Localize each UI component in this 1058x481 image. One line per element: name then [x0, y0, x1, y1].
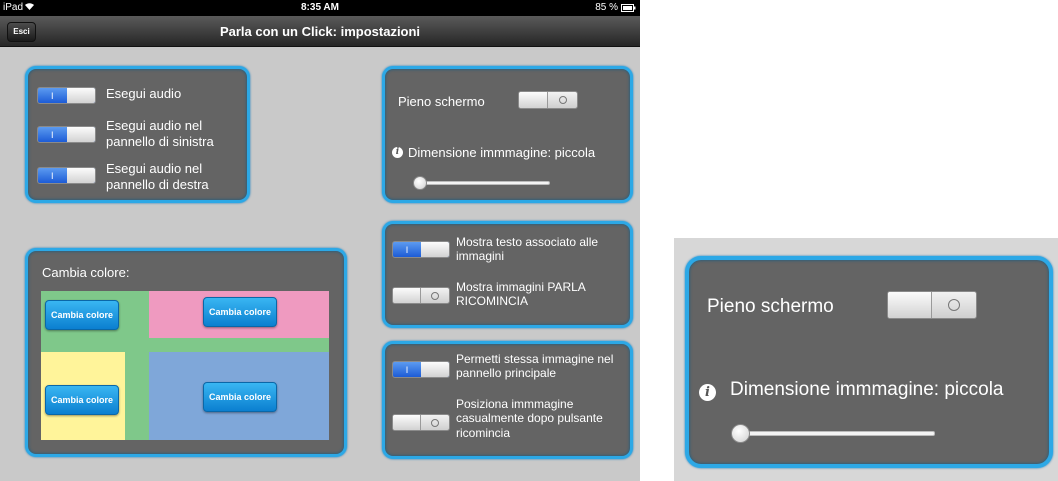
- show-images-switch[interactable]: [392, 287, 450, 304]
- status-time: 8:35 AM: [301, 2, 339, 13]
- settings-screen: iPad 8:35 AM 85 % Esci Parla con un Clic…: [0, 0, 640, 481]
- image-size-slider-track[interactable]: [418, 181, 550, 185]
- zoom-slider-track[interactable]: [739, 431, 935, 436]
- show-text-switch[interactable]: I: [392, 241, 450, 258]
- audio-settings-panel: I Esegui audio I Esegui audio nel pannel…: [25, 66, 250, 203]
- color-settings-panel: Cambia colore: Cambia colore Cambia colo…: [25, 248, 347, 457]
- change-color-title: Cambia colore:: [42, 265, 130, 280]
- right-panel-audio-label: Esegui audio nel pannello di destra: [106, 161, 209, 192]
- change-color-button-yellow[interactable]: Cambia colore: [45, 385, 119, 415]
- display-settings-panel: Pieno schermo i Dimensione immmagine: pi…: [382, 66, 633, 203]
- fullscreen-label: Pieno schermo: [398, 94, 485, 109]
- page-title: Parla con un Click: impostazioni: [219, 24, 421, 39]
- zoom-image-size-label: Dimensione immmagine: piccola: [730, 379, 1004, 400]
- status-bar: iPad 8:35 AM 85 %: [0, 0, 640, 16]
- play-audio-label: Esegui audio: [106, 86, 182, 101]
- right-panel-audio-switch[interactable]: I: [37, 167, 96, 184]
- image-settings-panel: I Permetti stessa immagine nel pannello …: [382, 341, 633, 459]
- random-position-switch[interactable]: [392, 414, 450, 431]
- left-panel-audio-label: Esegui audio nel pannello di sinistra: [106, 118, 214, 149]
- play-audio-switch[interactable]: I: [37, 87, 96, 104]
- change-color-button-green[interactable]: Cambia colore: [45, 300, 119, 330]
- show-images-label: Mostra immagini PARLA RICOMINCIA: [456, 280, 586, 309]
- info-icon[interactable]: i: [392, 147, 403, 158]
- zoom-fullscreen-switch[interactable]: [887, 291, 977, 319]
- zoom-fullscreen-label: Pieno schermo: [707, 296, 834, 317]
- zoom-info-icon[interactable]: i: [699, 384, 716, 401]
- image-size-label: Dimensione immmagine: piccola: [408, 145, 596, 160]
- zoom-slider-thumb[interactable]: [731, 424, 750, 443]
- same-image-switch[interactable]: I: [392, 361, 450, 378]
- change-color-button-pink[interactable]: Cambia colore: [203, 297, 277, 327]
- show-text-label: Mostra testo associato alle immagini: [456, 235, 599, 264]
- navigation-bar: Esci Parla con un Click: impostazioni: [0, 16, 640, 47]
- change-color-button-blue[interactable]: Cambia colore: [203, 382, 277, 412]
- battery-icon: [621, 4, 636, 15]
- image-size-slider-thumb[interactable]: [413, 176, 427, 190]
- color-grid: Cambia colore Cambia colore Cambia color…: [41, 291, 329, 440]
- fullscreen-switch[interactable]: [518, 91, 578, 109]
- battery-percent: 85 %: [595, 2, 618, 13]
- text-settings-panel: I Mostra testo associato alle immagini M…: [382, 221, 633, 328]
- zoomed-display-panel: Pieno schermo i Dimensione immmagine: pi…: [685, 256, 1053, 468]
- left-panel-audio-switch[interactable]: I: [37, 126, 96, 143]
- same-image-label: Permetti stessa immagine nel pannello pr…: [456, 352, 614, 381]
- zoom-inset: Pieno schermo i Dimensione immmagine: pi…: [674, 238, 1058, 481]
- random-position-label: Posiziona immmagine casualmente dopo pul…: [456, 397, 603, 440]
